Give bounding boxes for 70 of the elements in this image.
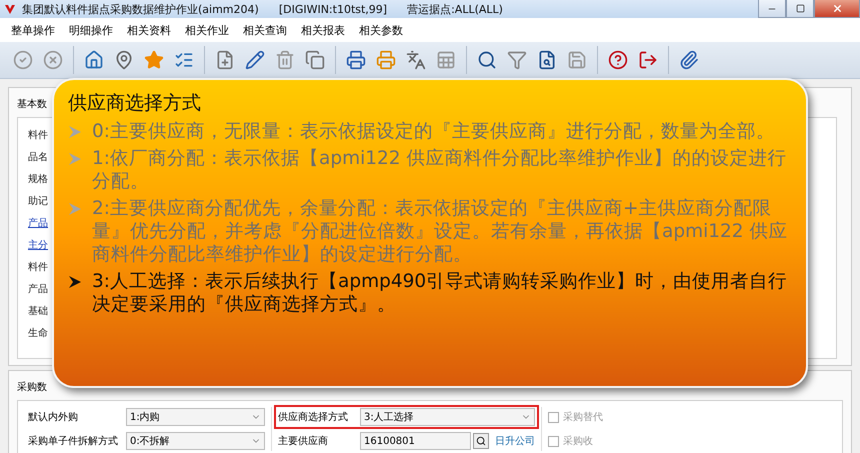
field-label: 默认内外购 [28,410,79,424]
field-link[interactable]: 主分 [28,240,48,252]
panel-tab[interactable]: 基本数 [17,97,47,111]
app-logo-icon [4,3,16,15]
checkbox[interactable] [548,436,559,446]
filter-icon [507,50,527,70]
field-label: 供应商选择方式 [278,410,349,424]
spreadsheet-icon [436,50,456,70]
menu-item[interactable]: 明细操作 [64,20,118,40]
field-label: 料件 [28,262,48,274]
search-icon [477,50,497,70]
panel-tab[interactable]: 采购数 [17,380,47,394]
callout-text: 1:依厂商分配：表示依据【apmi122 供应商料件分配比率维护作业】的的设定进行分配。 [92,147,788,193]
field-label: 料件 [28,130,48,142]
save-icon [567,50,587,70]
field-link[interactable]: 产品 [28,218,48,230]
field-label: 基础 [28,306,48,318]
arrow-bullet-icon [68,125,82,139]
menu-item[interactable]: 相关报表 [296,20,350,40]
input-field[interactable]: 16100801 [360,432,471,450]
checkbox-label: 采购替代 [563,410,603,424]
location-pin-icon [114,50,134,70]
restore-icon [796,4,804,13]
checkbox-label: 采购收 [563,434,593,448]
restore-button[interactable] [786,0,814,18]
close-circle-icon [43,50,63,70]
menu-item[interactable]: 相关作业 [180,20,234,40]
dropdown[interactable]: 3:人工选择 [360,408,535,426]
lookup-button[interactable] [473,433,489,449]
close-icon [832,3,842,14]
arrow-bullet-icon [68,202,82,216]
star-icon [144,50,164,70]
menu-item[interactable]: 相关查询 [238,20,292,40]
exit-icon [638,50,658,70]
pencil-icon [245,50,265,70]
callout-text: 0:主要供应商，无限量：表示依据设定的『主要供应商』进行分配，数量为全部。 [92,120,776,143]
close-button[interactable] [814,0,860,18]
supplier-name-link[interactable]: 日升公司 [495,434,535,448]
help-icon [608,50,628,70]
field-label: 主要供应商 [278,434,329,448]
window-title: 集团默认料件据点采购数据维护作业(aimm204) [22,2,259,16]
translate-icon [406,50,426,70]
connection-info: [DIGIWIN:t10tst,99] [278,2,388,16]
field-label: 采购单子件拆解方式 [28,434,119,448]
trash-icon [275,50,295,70]
menu-item[interactable]: 整单操作 [6,20,60,40]
copy-icon [305,50,325,70]
menu-item[interactable]: 相关资料 [122,20,176,40]
site-info: 营运据点:ALL(ALL) [407,2,503,16]
new-document-icon [215,50,235,70]
field-label: 助记 [28,196,48,208]
menu-item[interactable]: 相关参数 [354,20,408,40]
home-icon [84,50,104,70]
dropdown[interactable]: 1:内购 [126,408,265,426]
field-label: 生命 [28,328,48,340]
arrow-bullet-icon [68,275,82,289]
checkbox[interactable] [548,412,559,422]
printer-icon [346,50,366,70]
field-label: 产品 [28,284,48,296]
paperclip-icon [679,50,699,70]
check-circle-icon [13,50,33,70]
arrow-bullet-icon [68,152,82,166]
callout-text: 2:主要供应商分配优先，余量分配：表示依据设定的『主供应商+主供应商分配限量』优先分配，并考虑『分配进位倍数』设定。若有余量，再依据【apmi122 供应商料件分配比率维护作业】的设定进行分配。 [92,197,788,266]
field-label: 品名 [28,152,48,164]
field-label: 规格 [28,174,48,186]
search-list-icon [537,50,557,70]
callout-text: 3:人工选择：表示后续执行【apmp490引导式请购转采购作业】时，由使用者自行决定要采用的『供应商选择方式』。 [92,270,788,316]
search-icon [476,436,486,446]
callout-title: 供应商选择方式 [68,91,201,116]
dropdown[interactable]: 0:不拆解 [126,432,265,450]
